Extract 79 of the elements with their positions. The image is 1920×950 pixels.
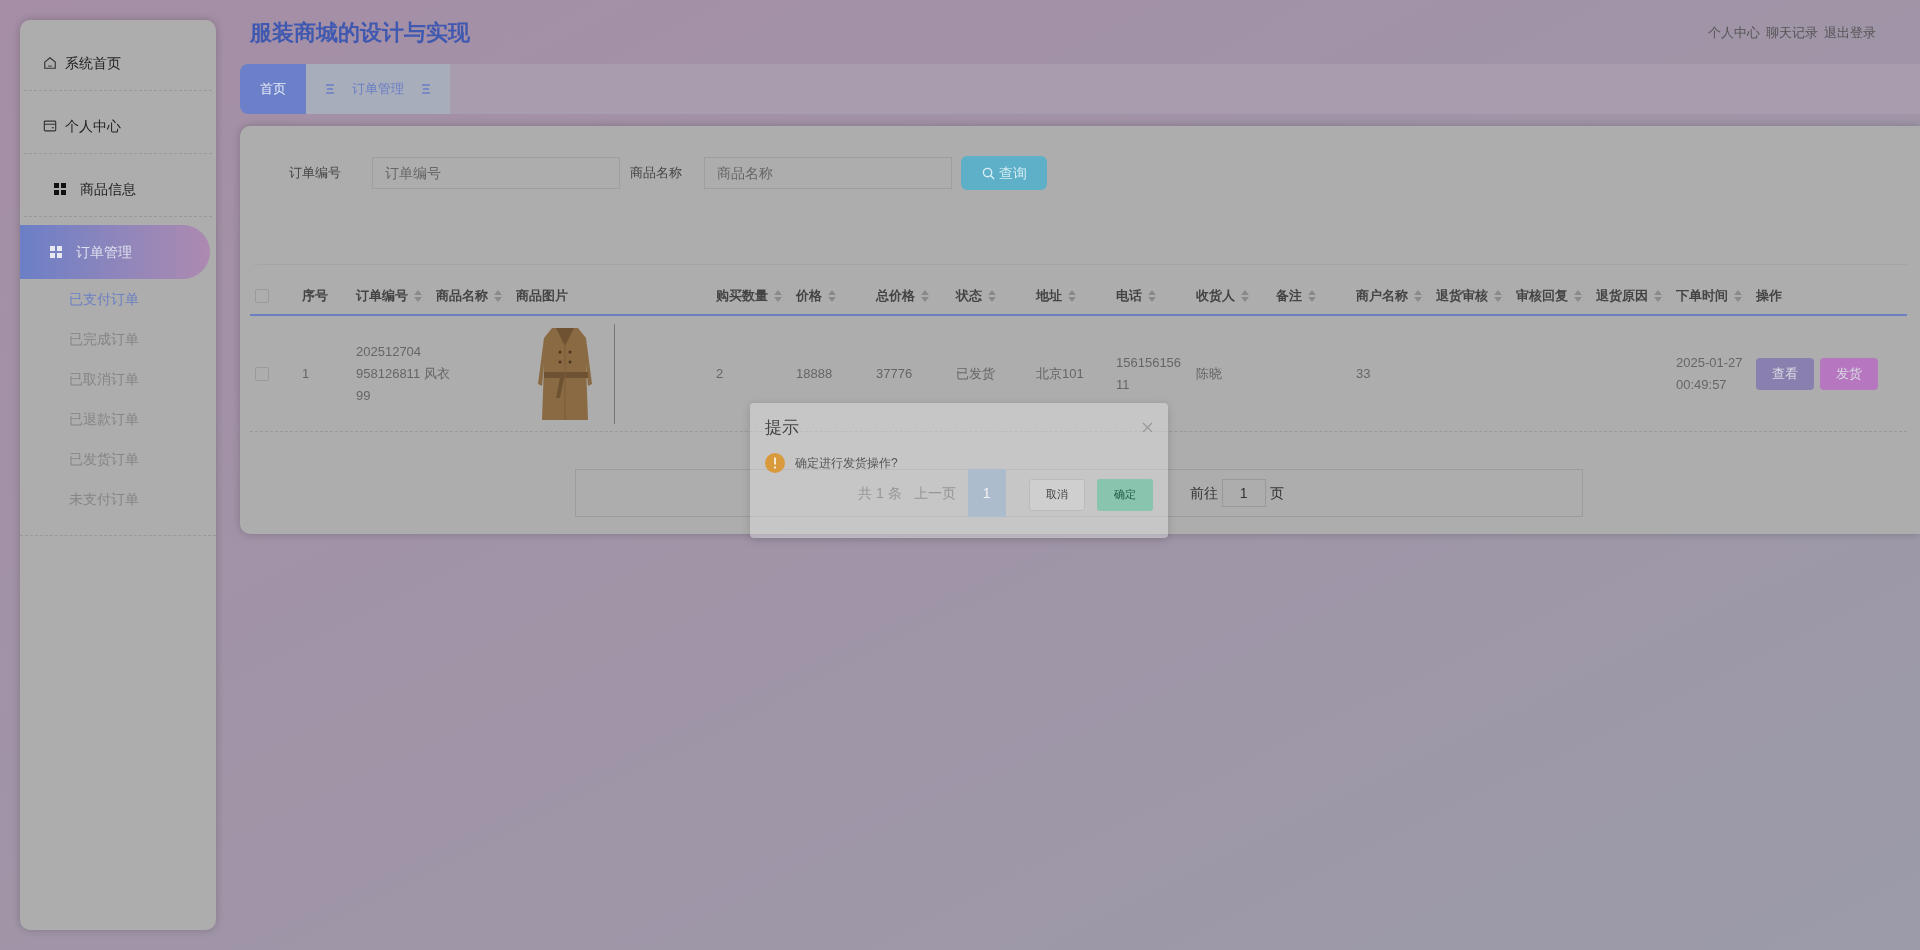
table-cell: 2 <box>716 365 724 381</box>
column-header: 价格 <box>796 286 822 305</box>
search-field[interactable]: 商品名称 <box>704 157 952 189</box>
sort-icon[interactable] <box>414 289 422 302</box>
search-icon <box>981 166 995 180</box>
column-header: 电话 <box>1116 286 1142 305</box>
card-icon <box>43 119 57 133</box>
column-header: 序号 <box>302 286 328 305</box>
column-header: 审核回复 <box>1516 286 1568 305</box>
sort-icon[interactable] <box>1148 289 1156 302</box>
field-label: 订单编号 <box>289 164 342 183</box>
sort-icon[interactable] <box>494 289 502 302</box>
header-link[interactable]: 个人中心 <box>1708 23 1760 43</box>
sidebar-item[interactable]: 商品信息 <box>24 162 212 216</box>
column-header: 商品图片 <box>516 286 568 305</box>
lines-icon <box>326 84 334 94</box>
column-header: 退货原因 <box>1596 286 1648 305</box>
home-icon <box>43 56 57 70</box>
header-link[interactable]: 退出登录 <box>1824 23 1876 43</box>
search-field[interactable]: 订单编号 <box>372 157 620 189</box>
column-header: 备注 <box>1276 286 1302 305</box>
page-input[interactable]: 1 <box>1221 479 1266 507</box>
sort-icon[interactable] <box>988 289 996 302</box>
sort-icon[interactable] <box>1308 289 1316 302</box>
table-cell: 北京101 <box>1036 365 1084 381</box>
sort-icon[interactable] <box>828 289 836 302</box>
sort-icon[interactable] <box>1241 289 1249 302</box>
page-number[interactable]: 1 <box>967 469 1006 517</box>
view-button[interactable]: 查看 <box>1756 357 1814 390</box>
sort-icon[interactable] <box>1414 289 1422 302</box>
confirm-button[interactable]: 确定 <box>1097 478 1153 511</box>
sort-icon[interactable] <box>1494 289 1502 302</box>
sort-icon[interactable] <box>1068 289 1076 302</box>
sort-icon[interactable] <box>921 289 929 302</box>
sidebar-item[interactable]: 个人中心 <box>24 99 212 153</box>
sort-icon[interactable] <box>1574 289 1582 302</box>
table-cell: 2025-01-27 00:49:57 <box>1676 354 1743 392</box>
warning-icon <box>765 452 785 473</box>
table-cell: 18888 <box>796 365 833 381</box>
sort-icon[interactable] <box>774 289 782 302</box>
sort-icon[interactable] <box>1734 289 1742 302</box>
table-cell: 15615615611 <box>1116 354 1182 392</box>
table-cell: 33 <box>1356 365 1371 381</box>
column-header: 订单编号 <box>356 286 408 305</box>
column-header: 操作 <box>1756 286 1782 305</box>
submenu-item[interactable]: 已支付订单 <box>20 279 216 319</box>
column-header: 商户名称 <box>1356 286 1408 305</box>
grid-icon <box>50 246 62 258</box>
sidebar-item[interactable]: 系统首页 <box>24 36 212 90</box>
close-icon[interactable] <box>1142 422 1153 434</box>
dialog-message: 确定进行发货操作? <box>795 454 898 472</box>
goto-label: 前往 <box>1189 483 1218 503</box>
column-header: 下单时间 <box>1676 286 1728 305</box>
app-title: 服装商城的设计与实现 <box>248 18 470 47</box>
grid-icon <box>54 183 66 195</box>
sidebar-item[interactable]: 订单管理 <box>20 225 210 279</box>
table-cell: 陈晓 <box>1196 365 1222 381</box>
tab[interactable]: 首页 <box>240 64 306 114</box>
tab[interactable]: 订单管理 <box>306 64 450 114</box>
table-cell: 1 <box>302 365 310 381</box>
table-cell: 37776 <box>876 365 913 381</box>
column-header: 总价格 <box>876 286 915 305</box>
search-button[interactable]: 查询 <box>961 156 1047 190</box>
table-cell: 已发货 <box>956 365 995 381</box>
column-header: 地址 <box>1036 286 1062 305</box>
column-header: 退货审核 <box>1436 286 1488 305</box>
page-suffix: 页 <box>1269 483 1284 503</box>
sort-icon[interactable] <box>1654 289 1662 302</box>
header-link[interactable]: 聊天记录 <box>1766 23 1818 43</box>
column-header: 收货人 <box>1196 286 1235 305</box>
lines-icon <box>422 84 430 94</box>
field-label: 商品名称 <box>629 164 683 183</box>
column-header: 商品名称 <box>436 286 488 305</box>
column-header: 购买数量 <box>716 286 768 305</box>
column-header: 状态 <box>956 286 982 305</box>
cancel-button[interactable]: 取消 <box>1029 478 1085 511</box>
ship-button[interactable]: 发货 <box>1820 357 1878 390</box>
dialog-title: 提示 <box>765 417 799 439</box>
table-cell-text: 202512704 958126811 风衣 99 <box>356 342 450 405</box>
